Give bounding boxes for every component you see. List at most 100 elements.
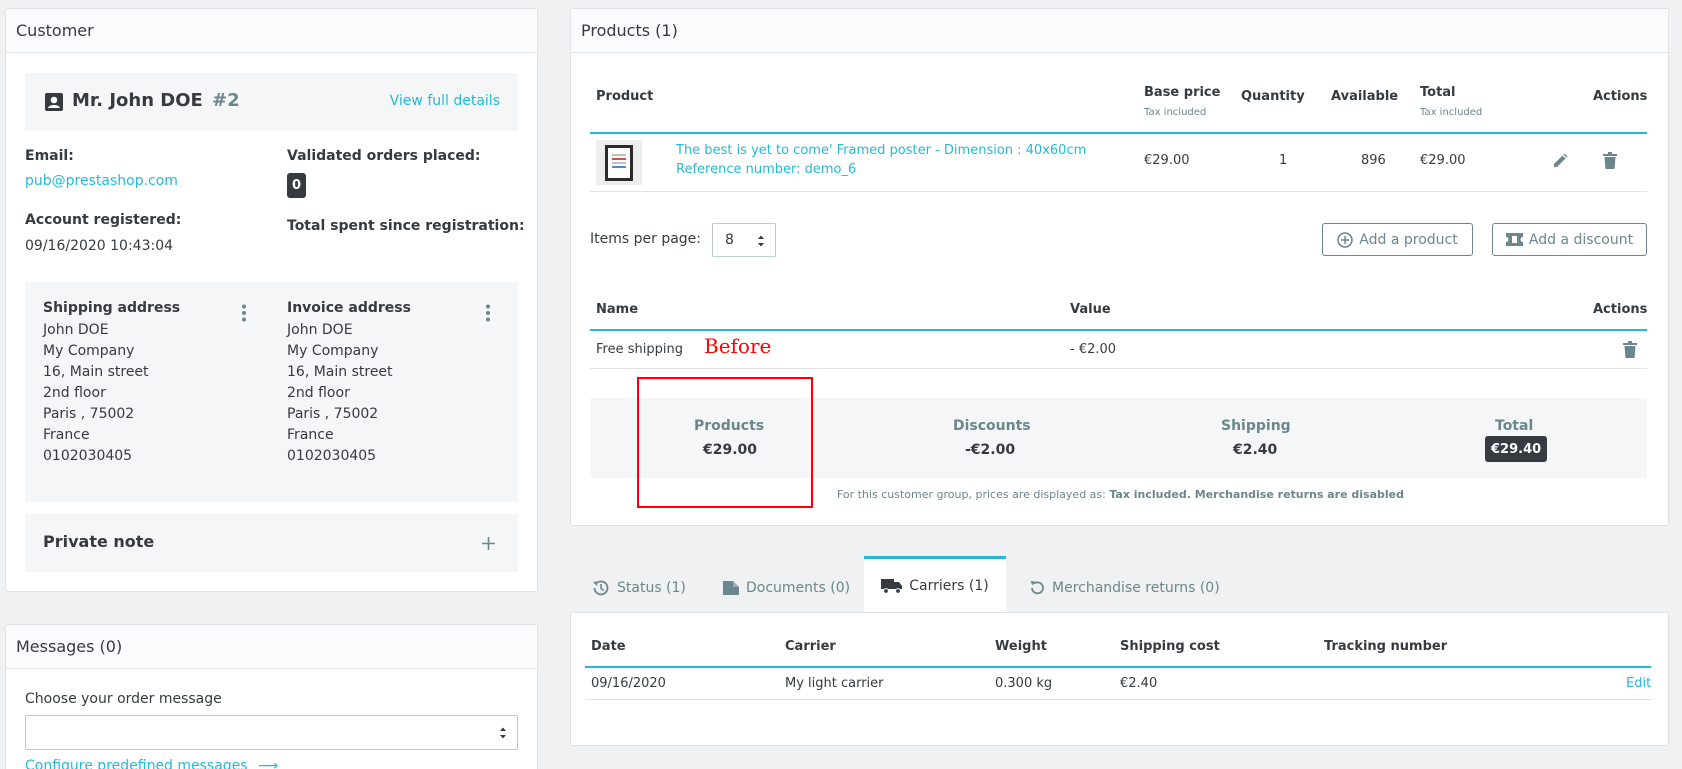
total-spent-label: Total spent since registration: [287,218,525,234]
carrier-name: My light carrier [785,676,884,691]
items-per-page-value: 8 [725,232,734,248]
shipping-address-title: Shipping address [43,300,181,316]
invoice-address-line: Paris , 75002 [287,406,379,422]
user-card-icon [45,93,63,111]
note-returns: Merchandise returns are disabled [1194,488,1404,501]
note-separator: . [1186,488,1195,501]
items-per-page-label: Items per page: [590,231,702,247]
shipping-address-line: 16, Main street [43,364,149,380]
carrier-header-divider [585,666,1651,668]
tab-carriers[interactable]: Carriers (1) [864,556,1006,613]
discount-col-actions: Actions [1593,302,1648,317]
shipping-address: Shipping address John DOE My Company 16,… [43,300,253,467]
history-icon [591,578,611,598]
add-discount-label: Add a discount [1528,231,1634,248]
summary-total-badge: €29.40 [1485,436,1548,462]
product-available: 896 [1361,153,1386,168]
carrier-col-tracking: Tracking number [1324,639,1448,654]
product-name-link[interactable]: The best is yet to come' Framed poster -… [676,143,1086,158]
invoice-address-line: France [287,427,334,443]
select-caret-icon [757,234,765,252]
invoice-address-menu-icon[interactable] [485,304,491,326]
delete-product-trash-icon[interactable] [1603,152,1617,173]
product-total: €29.00 [1420,153,1466,168]
invoice-address-line: 0102030405 [287,448,377,464]
carrier-shipping-cost: €2.40 [1120,676,1158,691]
customer-name: Mr. John DOE [72,90,203,111]
messages-card: Messages (0) Choose your order message C… [5,624,538,769]
carrier-weight: 0.300 kg [995,676,1053,691]
invoice-address: Invoice address John DOE My Company 16, … [287,300,497,467]
product-thumbnail[interactable] [596,140,642,185]
note-tax: Tax included [1109,488,1187,501]
tab-status-label: Status (1) [617,580,686,596]
add-product-button[interactable]: Add a product [1322,223,1473,256]
discount-row-divider [590,368,1647,369]
carrier-col-date: Date [591,639,626,654]
plus-icon[interactable] [481,536,496,555]
products-title: Products (1) [581,21,678,40]
customer-title: Customer [16,21,94,40]
invoice-address-line: 2nd floor [287,385,350,401]
validated-orders-label: Validated orders placed: [287,148,481,164]
shipping-address-menu-icon[interactable] [241,304,247,326]
price-display-note: For this customer group, prices are disp… [571,488,1670,501]
col-base-price-sub: Tax included [1144,107,1207,118]
carrier-date: 09/16/2020 [591,676,666,691]
discount-col-value: Value [1070,302,1111,317]
account-registered-value: 09/16/2020 10:43:04 [25,238,174,254]
tab-documents-label: Documents (0) [746,580,851,596]
invoice-address-line: John DOE [287,322,353,338]
col-quantity: Quantity [1241,89,1305,104]
items-per-page-select[interactable]: 8 [712,223,776,257]
configure-messages-label: Configure predefined messages [25,758,248,769]
before-annotation: Before [704,334,772,358]
select-caret-icon [499,726,507,744]
customer-name-box: Mr. John DOE #2 View full details [25,73,518,131]
tab-documents[interactable]: Documents (0) [722,570,850,606]
carrier-edit-link[interactable]: Edit [1626,676,1651,691]
add-product-label: Add a product [1359,231,1458,248]
tab-carriers-label: Carriers (1) [909,578,989,594]
discount-value: - €2.00 [1070,342,1117,357]
ticket-icon [1505,232,1523,248]
customer-email-link[interactable]: pub@prestashop.com [25,173,178,189]
private-note-title: Private note [43,532,155,551]
order-message-select[interactable] [25,715,518,750]
products-card: Products (1) Product Base price Tax incl… [570,8,1669,526]
customer-id: #2 [212,90,240,111]
customer-card: Customer Mr. John DOE #2 View full detai… [5,8,538,592]
shipping-address-line: John DOE [43,322,109,338]
product-reference: Reference number: demo_6 [676,162,857,177]
configure-messages-link[interactable]: Configure predefined messages ⟶ [25,758,278,769]
col-base-price: Base price [1144,85,1221,100]
edit-pencil-icon[interactable] [1552,153,1568,173]
messages-card-header: Messages (0) [6,625,537,669]
validated-orders-badge: 0 [287,173,306,198]
carrier-row-divider [585,699,1651,700]
discount-header-divider [590,329,1647,331]
document-icon [722,579,740,597]
tab-merchandise-returns[interactable]: Merchandise returns (0) [1028,570,1220,606]
delete-discount-trash-icon[interactable] [1623,341,1637,362]
private-note-box[interactable]: Private note [25,514,518,572]
carrier-col-weight: Weight [995,639,1047,654]
summary-discounts-label: Discounts [953,418,1031,434]
invoice-address-title: Invoice address [287,300,411,316]
note-prefix: For this customer group, prices are disp… [836,488,1110,501]
account-registered-label: Account registered: [25,212,182,228]
carrier-col-carrier: Carrier [785,639,836,654]
discount-name: Free shipping [596,342,683,357]
choose-message-label: Choose your order message [25,691,222,707]
tab-status[interactable]: Status (1) [591,570,686,606]
view-full-details-link[interactable]: View full details [390,93,500,109]
customer-card-header: Customer [6,9,537,53]
discount-col-name: Name [596,302,639,317]
shipping-address-line: Paris , 75002 [43,406,135,422]
add-discount-button[interactable]: Add a discount [1492,223,1647,256]
summary-total-label: Total [1495,418,1534,434]
col-total: Total [1420,85,1456,100]
shipping-address-line: 0102030405 [43,448,133,464]
shipping-address-line: France [43,427,90,443]
col-available: Available [1331,89,1399,104]
